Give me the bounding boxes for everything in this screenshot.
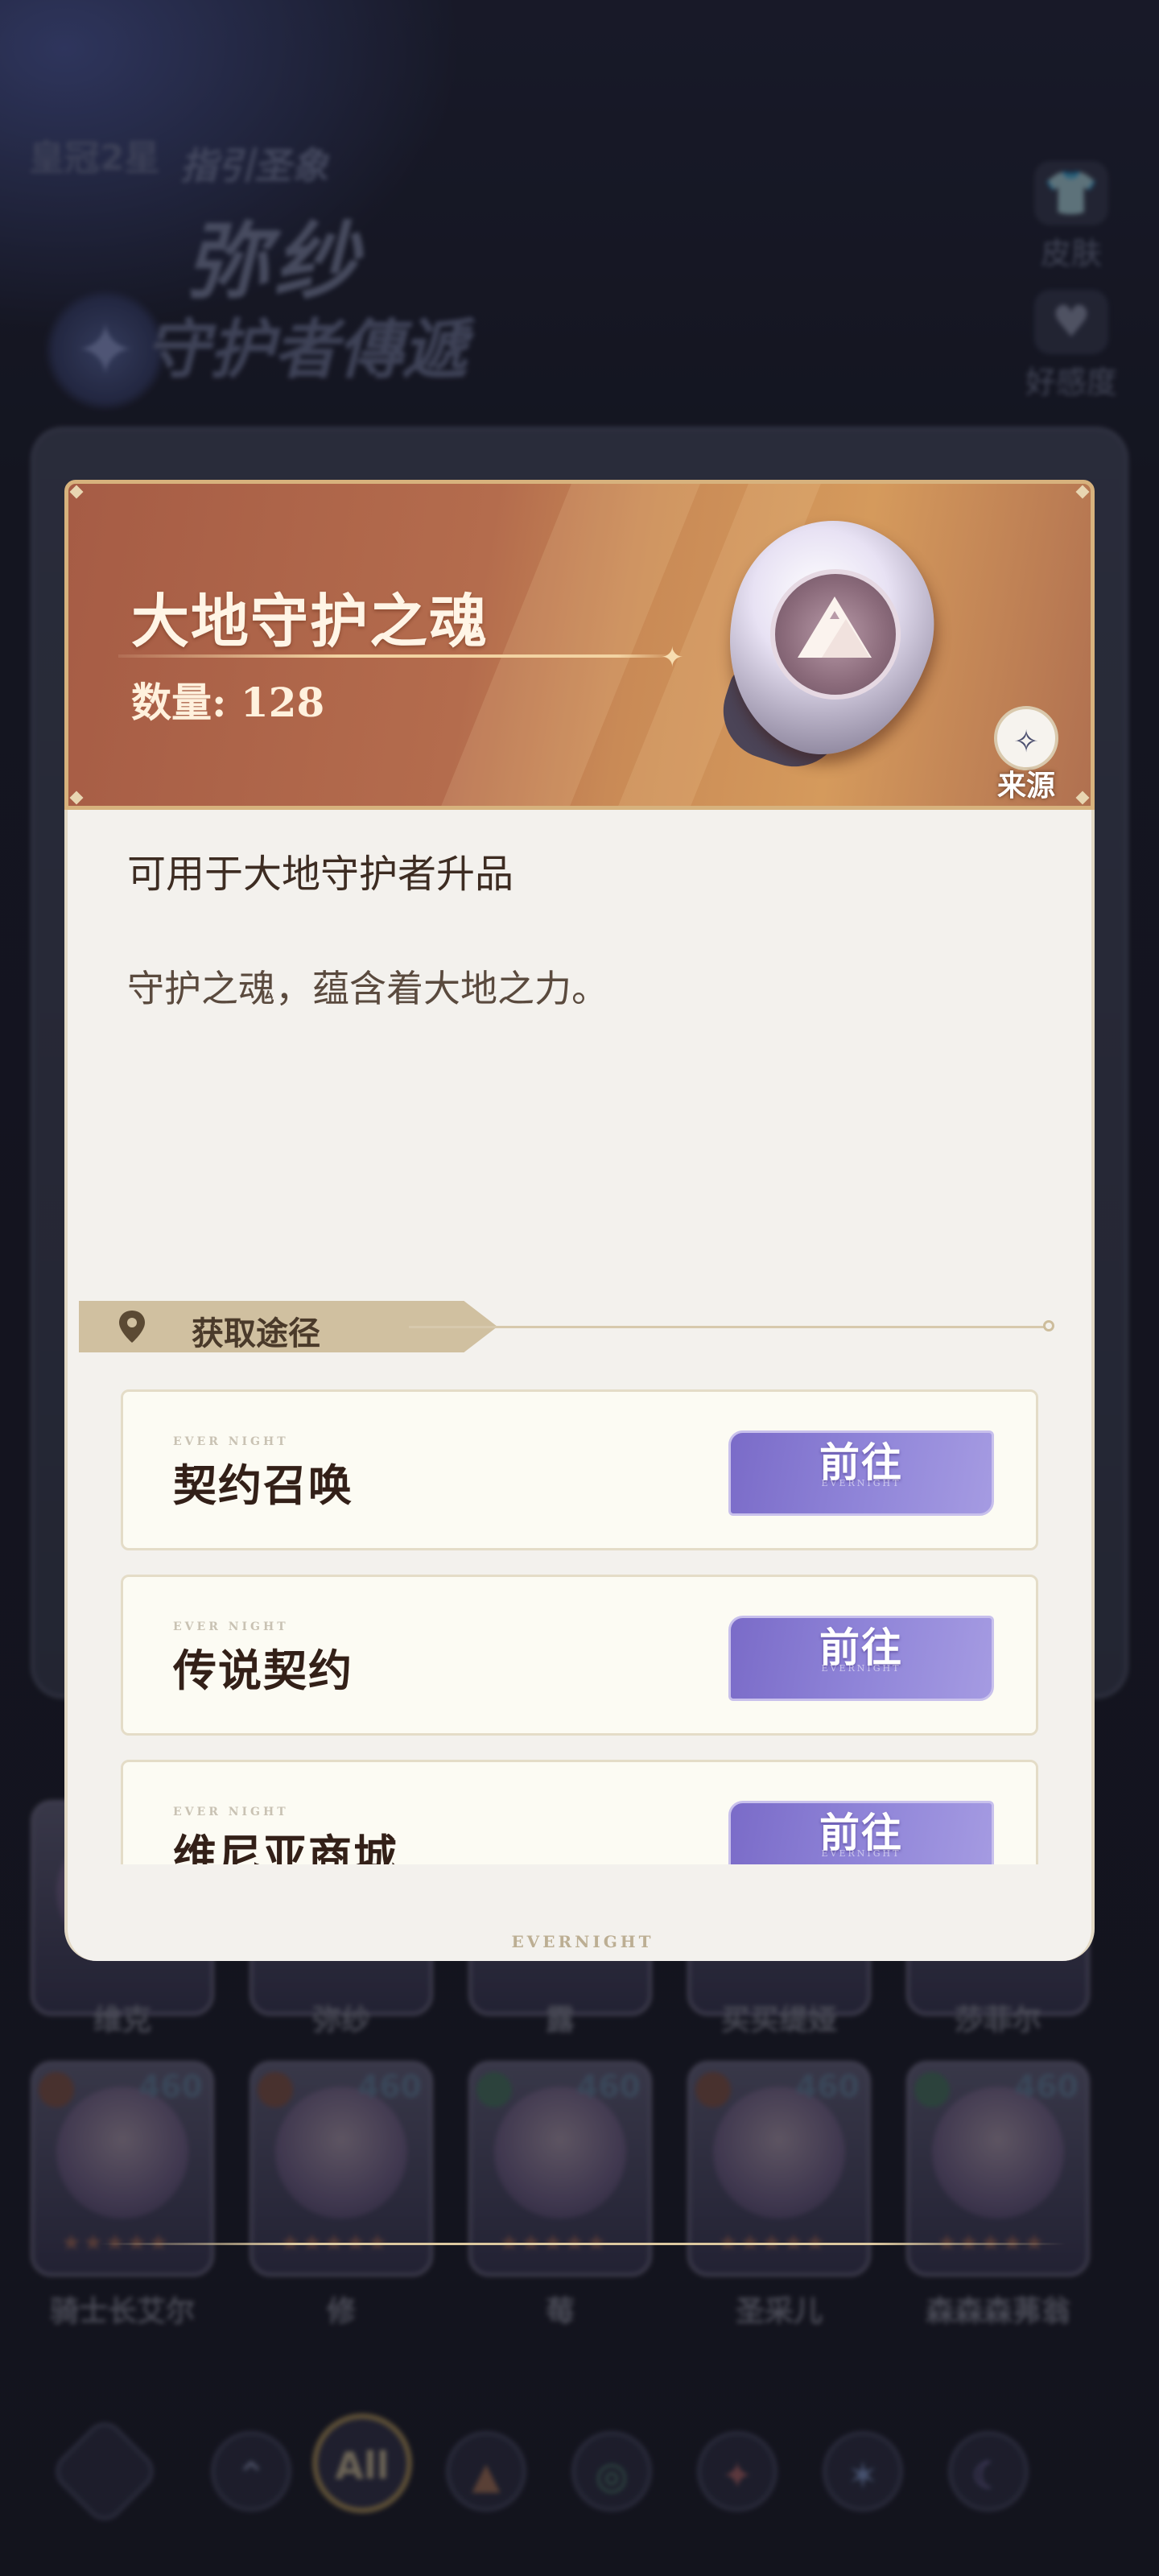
item-header: 大地守护之魂 ✦ 数量: 128 ✧ 来源 — [64, 480, 1095, 810]
section-divider — [409, 1326, 1050, 1328]
route-name: 传说契约 — [173, 1645, 353, 1696]
footer-logo: EVERNIGHT — [511, 1932, 654, 1951]
mountain-icon — [798, 597, 872, 658]
item-flavor-text: 守护之魂，蕴含着大地之力。 — [127, 967, 608, 1010]
go-button[interactable]: 前往 EVERNIGHT — [728, 1801, 994, 1864]
earth-soul-gem-icon — [697, 495, 961, 780]
name-underline — [118, 654, 674, 658]
acquire-route-list[interactable]: EVER NIGHT 契约召唤 前往 EVERNIGHT EVER NIGHT … — [121, 1389, 1038, 1864]
route-name: 维尼亚商城 — [173, 1830, 398, 1864]
source-button[interactable]: ✧ 来源 — [986, 706, 1066, 804]
item-quantity: 数量: 128 — [131, 679, 325, 726]
item-detail-modal: EVERNIGHT 大地守护之魂 ✦ 数量: 128 ✧ 来源 可用于大地守护者… — [64, 480, 1095, 2245]
route-item: EVER NIGHT 传说契约 前往 EVERNIGHT — [121, 1575, 1038, 1736]
item-usage-text: 可用于大地守护者升品 — [127, 852, 514, 897]
route-item: EVER NIGHT 契约召唤 前往 EVERNIGHT — [121, 1389, 1038, 1550]
route-name: 契约召唤 — [173, 1459, 353, 1511]
divider-end-dot — [1043, 1320, 1054, 1331]
go-button[interactable]: 前往 EVERNIGHT — [728, 1430, 994, 1516]
diamond-pin-icon: ✧ — [994, 706, 1058, 770]
location-pin-icon — [119, 1311, 145, 1343]
acquire-title: 获取途径 — [192, 1315, 320, 1352]
item-name: 大地守护之魂 — [131, 587, 489, 655]
sparkle-icon: ✦ — [661, 642, 684, 674]
footer-divider — [100, 2243, 1066, 2245]
go-button[interactable]: 前往 EVERNIGHT — [728, 1616, 994, 1701]
route-item: EVER NIGHT 维尼亚商城 前往 EVERNIGHT — [121, 1760, 1038, 1864]
